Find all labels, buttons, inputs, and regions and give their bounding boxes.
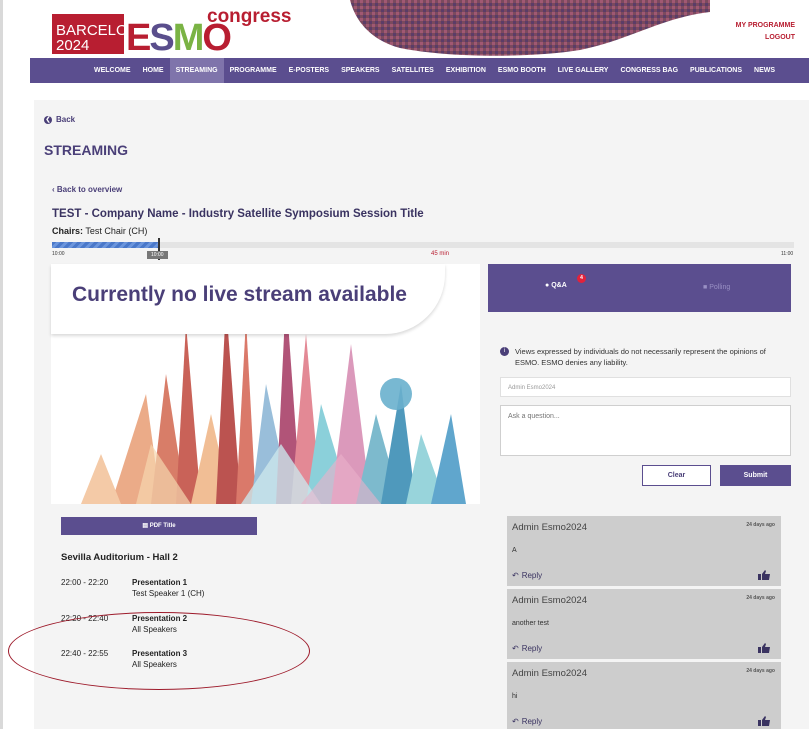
- comment-author: Admin Esmo2024: [512, 668, 587, 679]
- tab-polling[interactable]: ■ Polling: [703, 284, 730, 291]
- qa-tab-bar: [488, 264, 791, 312]
- reply-button[interactable]: ↶ Reply: [512, 717, 542, 726]
- submit-button[interactable]: Submit: [720, 465, 791, 486]
- timeline-end: 11:00: [781, 251, 794, 257]
- users-icon: ■: [703, 284, 708, 291]
- session-timeline: [52, 242, 794, 248]
- logo-barcelona[interactable]: BARCELONA 2024: [52, 14, 149, 54]
- logo-esmo-s: S: [149, 17, 174, 59]
- reply-label: Reply: [521, 717, 543, 726]
- disclaimer: i Views expressed by individuals do not …: [500, 346, 792, 368]
- logo-city: BARCELONA: [56, 22, 149, 39]
- timeline-remaining: 45 min: [431, 251, 450, 257]
- pdf-icon: ▤: [142, 523, 150, 529]
- nav-live-gallery[interactable]: LIVE GALLERY: [552, 58, 615, 83]
- agenda-time: 22:00 - 22:20: [61, 578, 109, 587]
- back-to-overview-link[interactable]: ‹ Back to overview: [52, 185, 122, 194]
- comment-card: Admin Esmo2024 24 days ago another test …: [507, 589, 781, 659]
- chairs-line: Chairs: Test Chair (CH): [52, 226, 147, 236]
- logo-esmo-e: E: [126, 17, 151, 59]
- reply-icon: ↶: [512, 571, 519, 580]
- reply-label: Reply: [521, 644, 543, 653]
- nav-congress-bag[interactable]: CONGRESS BAG: [614, 58, 684, 83]
- nav-streaming[interactable]: STREAMING: [169, 58, 224, 83]
- agenda-title[interactable]: Presentation 1: [132, 578, 187, 587]
- pdf-button-label: PDF Title: [149, 523, 176, 529]
- no-stream-message: Currently no live stream available: [72, 283, 407, 306]
- comment-author: Admin Esmo2024: [512, 595, 587, 606]
- nav-news[interactable]: NEWS: [748, 58, 781, 83]
- question-input[interactable]: [500, 405, 791, 456]
- nav-e-posters[interactable]: E-POSTERS: [283, 58, 335, 83]
- qa-count-badge: 4: [577, 274, 586, 283]
- nav-home[interactable]: HOME: [137, 58, 170, 83]
- comment-date: 24 days ago: [746, 595, 775, 601]
- chairs-value: Test Chair (CH): [85, 226, 148, 236]
- tab-qa-label: Q&A: [551, 282, 567, 289]
- logout-link[interactable]: LOGOUT: [736, 32, 795, 44]
- chat-icon: ●: [545, 282, 550, 289]
- nav-esmo-booth[interactable]: ESMO BOOTH: [492, 58, 552, 83]
- reply-button[interactable]: ↶ Reply: [512, 571, 542, 580]
- tab-polling-label: Polling: [709, 284, 731, 291]
- reply-label: Reply: [521, 571, 543, 580]
- header-pattern-graphic: [350, 0, 710, 56]
- clear-button[interactable]: Clear: [642, 465, 711, 486]
- comment-author: Admin Esmo2024: [512, 522, 587, 533]
- comment-date: 24 days ago: [746, 668, 775, 674]
- thumbs-up-icon[interactable]: [758, 570, 770, 580]
- comment-text: A: [512, 547, 517, 554]
- timeline-now-label: 10:00: [147, 251, 168, 259]
- tab-qa[interactable]: ● Q&A: [545, 282, 567, 289]
- timeline-start: 10:00: [52, 251, 65, 257]
- session-title: TEST - Company Name - Industry Satellite…: [52, 208, 424, 220]
- pdf-button[interactable]: ▤ PDF Title: [61, 517, 257, 535]
- timeline-progress: [52, 242, 160, 248]
- comment-text: hi: [512, 693, 518, 700]
- nav-publications[interactable]: PUBLICATIONS: [684, 58, 748, 83]
- back-label: Back: [56, 115, 76, 124]
- back-to-overview-label: Back to overview: [56, 185, 123, 194]
- chairs-label: Chairs:: [52, 226, 84, 236]
- reply-button[interactable]: ↶ Reply: [512, 644, 542, 653]
- main-nav: WELCOME HOME STREAMING PROGRAMME E-POSTE…: [30, 58, 809, 83]
- thumbs-up-icon[interactable]: [758, 643, 770, 653]
- nav-speakers[interactable]: SPEAKERS: [335, 58, 386, 83]
- back-arrow-icon: ❮: [44, 115, 52, 124]
- page: BARCELONA 2024 ESMO congress MY PROGRAMM…: [0, 0, 809, 729]
- back-link[interactable]: ❮ Back: [44, 115, 75, 124]
- nav-welcome[interactable]: WELCOME: [88, 58, 137, 83]
- nav-satellites[interactable]: SATELLITES: [386, 58, 440, 83]
- user-name-field: Admin Esmo2024: [500, 377, 791, 397]
- logo-congress-text: congress: [207, 6, 292, 27]
- logo-esmo-m: M: [172, 17, 205, 59]
- reply-icon: ↶: [512, 717, 519, 726]
- hall-name: Sevilla Auditorium - Hall 2: [61, 552, 178, 563]
- reply-icon: ↶: [512, 644, 519, 653]
- left-frame-border: [0, 0, 3, 729]
- thumbs-up-icon[interactable]: [758, 716, 770, 726]
- header-links: MY PROGRAMME LOGOUT: [736, 20, 795, 44]
- my-programme-link[interactable]: MY PROGRAMME: [736, 20, 795, 32]
- page-title: STREAMING: [44, 142, 128, 158]
- logo-year: 2024: [56, 37, 90, 54]
- annotation-circle: [8, 612, 310, 690]
- comment-date: 24 days ago: [746, 522, 775, 528]
- nav-exhibition[interactable]: EXHIBITION: [440, 58, 492, 83]
- comment-card: Admin Esmo2024 24 days ago hi ↶ Reply: [507, 662, 781, 729]
- disclaimer-text: Views expressed by individuals do not ne…: [515, 347, 766, 367]
- comment-text: another test: [512, 620, 549, 627]
- agenda-speaker: Test Speaker 1 (CH): [132, 589, 205, 598]
- info-icon: i: [500, 347, 509, 356]
- nav-programme[interactable]: PROGRAMME: [224, 58, 283, 83]
- comment-card: Admin Esmo2024 24 days ago A ↶ Reply: [507, 516, 781, 586]
